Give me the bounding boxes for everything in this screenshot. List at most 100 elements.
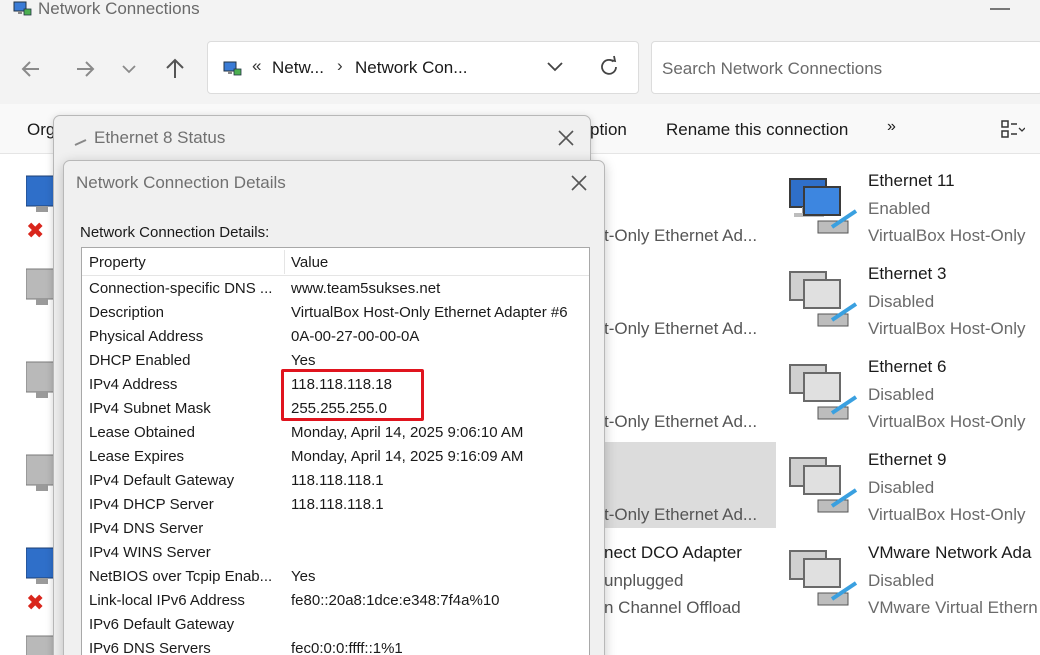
details-label: Network Connection Details:	[80, 224, 270, 241]
value-cell: 118.118.118.1	[291, 472, 384, 489]
disconnected-x-icon: ✖	[26, 218, 45, 243]
middle-item-device[interactable]: n Channel Offload	[604, 598, 741, 618]
table-row[interactable]: Description VirtualBox Host-Only Ethernet…	[82, 300, 589, 324]
search-placeholder[interactable]: Search Network Connections	[662, 59, 882, 79]
breadcrumb-separator[interactable]: ›	[337, 56, 343, 76]
network-cable-icon	[74, 139, 87, 146]
value-cell: Yes	[291, 352, 316, 369]
property-cell: IPv4 Default Gateway	[89, 472, 235, 489]
connection-device: VirtualBox Host-Only	[868, 226, 1026, 245]
connection-name: Ethernet 6	[868, 357, 947, 376]
connection-device: VirtualBox Host-Only	[868, 319, 1026, 338]
property-cell: IPv4 DNS Server	[89, 520, 204, 537]
connection-status: Disabled	[868, 292, 935, 311]
chevron-down-icon[interactable]	[543, 54, 567, 78]
network-adapter-icon[interactable]	[26, 265, 56, 313]
value-cell: Monday, April 14, 2025 9:06:10 AM	[291, 424, 524, 441]
diagnose-connection-button[interactable]: ption	[590, 120, 627, 140]
connection-item-ethernet-6[interactable]: Ethernet 6 Disabled VirtualBox Host-Only	[788, 351, 1040, 437]
table-row[interactable]: Connection-specific DNS ... www.team5suks…	[82, 276, 589, 300]
property-cell: IPv4 WINS Server	[89, 544, 211, 561]
column-header-property[interactable]: Property	[89, 254, 146, 271]
up-arrow-icon[interactable]	[162, 56, 188, 82]
property-cell: Lease Expires	[89, 448, 185, 465]
close-icon[interactable]	[567, 171, 591, 195]
network-adapter-enabled-icon	[789, 178, 858, 234]
connection-device: VMware Virtual Ethern	[868, 598, 1038, 617]
connection-item-ethernet-11[interactable]: Ethernet 11 Enabled VirtualBox Host-Only	[788, 165, 1040, 251]
details-dialog-title: Network Connection Details	[76, 173, 286, 192]
network-connections-icon	[13, 1, 32, 16]
rename-connection-button[interactable]: Rename this connection	[666, 120, 848, 140]
listview-header: Property Value	[82, 248, 589, 276]
column-header-value[interactable]: Value	[291, 254, 328, 271]
search-box[interactable]: Search Network Connections	[651, 41, 1040, 94]
value-cell: Monday, April 14, 2025 9:16:09 AM	[291, 448, 524, 465]
back-arrow-icon[interactable]	[19, 56, 45, 82]
connection-status: Disabled	[868, 571, 935, 590]
network-adapter-icon[interactable]	[26, 632, 56, 655]
property-cell: Physical Address	[89, 328, 204, 345]
forward-arrow-icon[interactable]	[71, 56, 97, 82]
connection-status: Enabled	[868, 199, 931, 218]
table-row[interactable]: Link-local IPv6 Address fe80::20a8:1dce:e…	[82, 588, 589, 612]
network-adapter-icon[interactable]	[26, 544, 56, 592]
connection-item-ethernet-9[interactable]: Ethernet 9 Disabled VirtualBox Host-Only	[788, 444, 1040, 530]
network-adapter-icon[interactable]	[26, 172, 56, 220]
property-cell: IPv4 DHCP Server	[89, 496, 214, 513]
table-row[interactable]: IPv6 Default Gateway	[82, 612, 589, 636]
connection-name: Ethernet 11	[868, 171, 955, 190]
property-cell: DHCP Enabled	[89, 352, 191, 369]
connection-status: Disabled	[868, 385, 935, 404]
refresh-icon[interactable]	[596, 54, 622, 80]
status-dialog-title: Ethernet 8 Status	[94, 128, 226, 147]
table-row[interactable]: IPv4 DHCP Server 118.118.118.1	[82, 492, 589, 516]
network-adapter-disabled-icon	[789, 364, 858, 420]
middle-item-device[interactable]: t-Only Ethernet Ad...	[604, 226, 757, 246]
value-cell: 0A-00-27-00-00-0A	[291, 328, 420, 345]
view-options-icon[interactable]	[1001, 119, 1025, 139]
property-cell: Lease Obtained	[89, 424, 195, 441]
property-cell: IPv6 Default Gateway	[89, 616, 235, 633]
address-bar[interactable]: « Netw... › Network Con...	[207, 41, 639, 94]
network-adapter-icon[interactable]	[26, 451, 56, 499]
table-row[interactable]: IPv4 Default Gateway 118.118.118.1	[82, 468, 589, 492]
network-adapter-icon[interactable]	[26, 358, 56, 406]
table-row[interactable]: IPv6 DNS Servers fec0:0:0:ffff::1%1	[82, 636, 589, 655]
table-row[interactable]: NetBIOS over Tcpip Enab... Yes	[82, 564, 589, 588]
table-row[interactable]: Physical Address 0A-00-27-00-00-0A	[82, 324, 589, 348]
more-commands-button[interactable]: »	[887, 118, 896, 136]
organize-button[interactable]: Org	[27, 120, 55, 140]
connection-name: Ethernet 9	[868, 450, 947, 469]
middle-item-status[interactable]: unplugged	[604, 571, 683, 591]
table-row[interactable]: IPv4 DNS Server	[82, 516, 589, 540]
connection-device: VirtualBox Host-Only	[868, 412, 1026, 431]
details-listview[interactable]: Property Value Connection-specific DNS .…	[81, 247, 590, 655]
value-cell: VirtualBox Host-Only Ethernet Adapter #6	[291, 304, 568, 321]
connection-name: VMware Network Ada	[868, 543, 1032, 562]
network-adapter-disabled-icon	[789, 271, 858, 327]
property-cell: IPv6 DNS Servers	[89, 640, 211, 655]
middle-item-name[interactable]: nect DCO Adapter	[604, 543, 742, 563]
middle-item-device[interactable]: t-Only Ethernet Ad...	[604, 505, 757, 525]
breadcrumb-network-connections[interactable]: Network Con...	[355, 58, 467, 78]
connection-item-ethernet-3[interactable]: Ethernet 3 Disabled VirtualBox Host-Only	[788, 258, 1040, 344]
value-cell: fec0:0:0:ffff::1%1	[291, 640, 403, 655]
column-divider[interactable]	[284, 250, 285, 274]
property-cell: Description	[89, 304, 165, 321]
property-cell: IPv4 Address	[89, 376, 178, 393]
property-cell: NetBIOS over Tcpip Enab...	[89, 568, 273, 585]
table-row[interactable]: Lease Expires Monday, April 14, 2025 9:16…	[82, 444, 589, 468]
overflow-chevron[interactable]: «	[252, 56, 261, 76]
breadcrumb-network[interactable]: Netw...	[272, 58, 324, 78]
table-row[interactable]: Lease Obtained Monday, April 14, 2025 9:0…	[82, 420, 589, 444]
middle-item-device[interactable]: t-Only Ethernet Ad...	[604, 319, 757, 339]
table-row[interactable]: IPv4 WINS Server	[82, 540, 589, 564]
close-icon[interactable]	[554, 126, 578, 150]
minimize-button[interactable]	[990, 8, 1010, 10]
connection-name: Ethernet 3	[868, 264, 947, 283]
value-cell: fe80::20a8:1dce:e348:7f4a%10	[291, 592, 500, 609]
middle-item-device[interactable]: t-Only Ethernet Ad...	[604, 412, 757, 432]
recent-chevron-down-icon[interactable]	[116, 56, 142, 82]
connection-item-vmware-network-adapter[interactable]: VMware Network Ada Disabled VMware Virtu…	[788, 537, 1040, 623]
